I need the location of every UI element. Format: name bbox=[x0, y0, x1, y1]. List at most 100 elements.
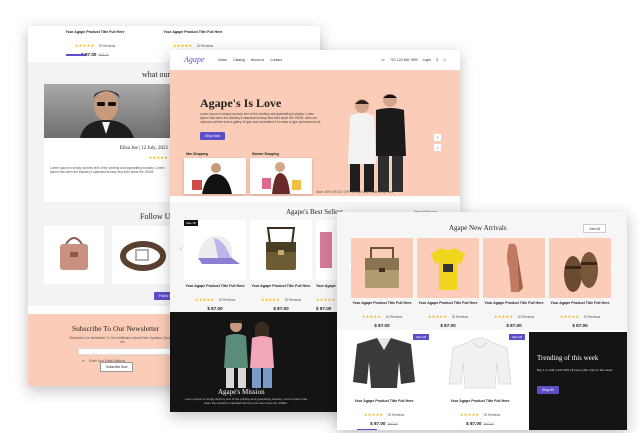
category-row: Men Shopping Women Shopping Save 15% Off… bbox=[170, 150, 460, 202]
category-card-men[interactable] bbox=[184, 158, 246, 194]
mail-icon: ✉ bbox=[82, 359, 85, 363]
product-image-frame bbox=[184, 220, 246, 280]
nav-item-home[interactable]: Home bbox=[218, 58, 227, 62]
men-shopping-image bbox=[192, 163, 232, 194]
product-card[interactable]: Your Agape Product Title Full Here ★★★★★… bbox=[50, 30, 140, 57]
sale-badge: Sale Off bbox=[412, 334, 429, 340]
sale-badge: Sale Off bbox=[508, 334, 525, 340]
promo-text[interactable]: Save 15% Off OUT OFF for first Order Sal… bbox=[316, 190, 396, 194]
category-card-women[interactable] bbox=[250, 158, 312, 194]
product-card[interactable]: Your Agape Product Title Full Here ★★★★★… bbox=[351, 238, 413, 328]
rating-stars: ★★★★★ bbox=[559, 314, 580, 319]
search-icon[interactable]: ⚲ bbox=[436, 58, 438, 62]
belt-image bbox=[120, 241, 166, 271]
hero-shop-button[interactable]: Shop Now bbox=[200, 132, 225, 140]
trending-title: Trending of this week bbox=[537, 354, 599, 362]
front-page-screenshot: Agape New Arrivals View All ‹ › Your Aga… bbox=[337, 212, 627, 430]
shoulder-bag-image bbox=[365, 247, 399, 288]
product-price: $ 87.00 bbox=[207, 306, 223, 311]
jacket-image bbox=[353, 338, 415, 388]
social-card-bag[interactable] bbox=[44, 226, 104, 284]
rating-stars: ★★★★★ bbox=[363, 412, 384, 417]
product-card[interactable]: Sale Off Your Agape Product Title Full H… bbox=[337, 332, 431, 430]
view-all-button[interactable]: View All bbox=[583, 224, 607, 233]
best-sellers-title: Agape's Best Sellers bbox=[286, 208, 344, 216]
product-image-frame bbox=[250, 220, 312, 280]
testimonial-card: Elisa Joe | 12 July, 2022 ★★★★★ Lorem Ip… bbox=[44, 84, 174, 202]
product-card[interactable]: Sale Off Your Agape Product Title Full H… bbox=[184, 220, 246, 311]
cat-men-label: Men Shopping bbox=[186, 152, 208, 156]
rating-stars: ★★★★★ bbox=[316, 297, 336, 302]
mission-title: Agape's Mission bbox=[218, 388, 265, 396]
sale-badge: Sale Off bbox=[184, 220, 199, 226]
review-count: 20 Reviews bbox=[218, 298, 236, 302]
product-price: $ 87.00$95.00 bbox=[81, 52, 109, 57]
women-shopping-image bbox=[262, 162, 301, 194]
review-count: 20 Reviews bbox=[451, 315, 469, 319]
nav-login[interactable]: Login bbox=[423, 58, 431, 62]
product-price: $ 87.00 bbox=[374, 323, 390, 328]
review-count: 20 Reviews bbox=[517, 315, 535, 319]
review-count: 20 Reviews bbox=[483, 413, 501, 417]
nav-item-about[interactable]: About us bbox=[251, 58, 264, 62]
product-card[interactable]: Your Agape Product Title Full Here ★★★★★… bbox=[483, 238, 545, 328]
hero-arrow-up[interactable]: ↑ bbox=[434, 134, 441, 141]
top-navbar: Agape Home Catalog About us Contact ☏ +0… bbox=[170, 50, 460, 70]
site-logo[interactable]: Agape bbox=[184, 55, 204, 64]
product-image-frame bbox=[417, 238, 479, 298]
rating-stars: ★★★★★ bbox=[260, 297, 281, 302]
hero-title: Agape's Is Love bbox=[200, 96, 282, 110]
cat-women-label: Women Shopping bbox=[252, 152, 280, 156]
testimonial-photo bbox=[44, 84, 174, 138]
rating-stars: ★★★★★ bbox=[74, 43, 95, 48]
product-card[interactable]: Your Agape Product Title Full Here ★★★★★… bbox=[417, 238, 479, 328]
cart-icon[interactable]: ◇ bbox=[443, 58, 446, 62]
product-price: $ 87.00 bbox=[273, 306, 289, 311]
newsletter-email-input[interactable]: ✉ Enter Your Email Address bbox=[78, 348, 174, 363]
trending-text: Buy 1 or Add it and 30% off every offer … bbox=[537, 368, 613, 372]
white-hoodie-image bbox=[448, 337, 512, 389]
hero-text: Lorem ipsum is simply dummy text of the … bbox=[200, 112, 322, 124]
rating-stars: ★★★★★ bbox=[172, 43, 193, 48]
product-card[interactable]: Your Agape Product Title Full Here ★★★★★… bbox=[250, 220, 312, 311]
product-image-frame bbox=[483, 238, 545, 298]
mission-text: Lorem ipsum is simply dummy text of the … bbox=[184, 397, 308, 405]
new-arrivals-title: Agape New Arrivals bbox=[449, 224, 507, 232]
follow-heading: Follow Us bbox=[140, 212, 174, 221]
testimonial-stars: ★★★★★ bbox=[148, 155, 168, 160]
bottom-product-row: Sale Off Your Agape Product Title Full H… bbox=[337, 332, 627, 430]
rating-stars: ★★★★★ bbox=[493, 314, 514, 319]
product-price: $ 87.00 bbox=[506, 323, 522, 328]
review-count: 20 Reviews bbox=[387, 413, 405, 417]
newsletter-submit-button[interactable]: Subscribe Now bbox=[100, 362, 134, 372]
testimonial-author: Elisa Joe | 12 July, 2022 bbox=[119, 146, 168, 151]
nav-right: ☏ +01 123 456 7890 Login ⚲ ◇ bbox=[381, 58, 446, 62]
slider-indicator[interactable] bbox=[357, 428, 377, 430]
handbag-image bbox=[60, 237, 88, 270]
review-count: 20 Reviews bbox=[98, 44, 116, 48]
satchel-bag-image bbox=[266, 227, 296, 270]
review-count: 20 Reviews bbox=[385, 315, 403, 319]
nav-menu: Home Catalog About us Contact bbox=[218, 58, 282, 62]
slider-indicator[interactable] bbox=[66, 54, 86, 56]
nav-item-contact[interactable]: Contact bbox=[270, 58, 282, 62]
rating-stars: ★★★★★ bbox=[194, 297, 215, 302]
product-image-frame bbox=[549, 238, 611, 298]
product-card[interactable]: Your Agape Product Title Full Here ★★★★★… bbox=[549, 238, 611, 328]
carousel-prev-arrow[interactable]: ‹ bbox=[180, 246, 182, 252]
new-arrivals-section: Agape New Arrivals View All ‹ › Your Aga… bbox=[337, 212, 627, 330]
review-count: 20 Reviews bbox=[196, 44, 214, 48]
social-card-belt[interactable] bbox=[112, 226, 174, 284]
testimonial-text: Lorem Ipsum is simply dummy text of the … bbox=[50, 166, 165, 175]
nav-item-catalog[interactable]: Catalog bbox=[233, 58, 245, 62]
product-price: $ 87.00 bbox=[440, 323, 456, 328]
mission-couple-image bbox=[224, 320, 274, 388]
nav-phone[interactable]: +01 123 456 7890 bbox=[390, 58, 417, 62]
trending-shop-button[interactable]: Shop All bbox=[537, 386, 559, 394]
phone-icon: ☏ bbox=[380, 58, 386, 62]
rating-stars: ★★★★★ bbox=[361, 314, 382, 319]
cap-image bbox=[198, 236, 240, 264]
product-card[interactable]: Sale Off Your Agape Product Title Full H… bbox=[433, 332, 527, 430]
man-portrait-image bbox=[80, 90, 134, 138]
product-price: $ 87.00$95.00 bbox=[370, 421, 398, 426]
